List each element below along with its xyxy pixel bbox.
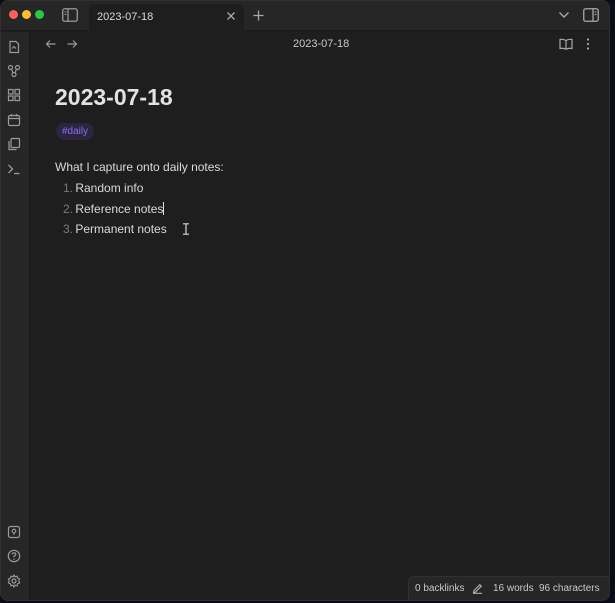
view-header: 2023-07-18	[31, 32, 609, 58]
backlinks-count[interactable]: 0 backlinks	[415, 583, 464, 594]
list-text[interactable]: Permanent notes	[75, 222, 166, 236]
sidebar-toggle-icon[interactable]	[62, 8, 78, 22]
note-title[interactable]: 2023-07-18	[55, 84, 173, 111]
status-bar: 0 backlinks 16 words 96 characters	[408, 576, 609, 600]
zoom-window-button[interactable]	[35, 10, 44, 19]
title-bar: 2023-07-18	[1, 1, 609, 31]
open-switcher-icon[interactable]	[7, 40, 21, 54]
list-number: 1.	[62, 181, 73, 195]
ordered-list: 1. Random info 2. Reference notes 3. Per…	[55, 180, 167, 242]
minimize-window-button[interactable]	[22, 10, 31, 19]
ribbon	[1, 32, 30, 600]
word-count: 16 words	[493, 583, 534, 594]
editor[interactable]: 2023-07-18 #daily What I capture onto da…	[31, 58, 609, 576]
list-text[interactable]: Reference notes	[75, 202, 163, 216]
new-tab-icon[interactable]	[252, 9, 265, 22]
close-window-button[interactable]	[9, 10, 18, 19]
more-options-icon[interactable]	[583, 37, 593, 51]
back-arrow-icon[interactable]	[45, 38, 57, 50]
paragraph[interactable]: What I capture onto daily notes:	[55, 160, 224, 174]
view-title[interactable]: 2023-07-18	[293, 38, 349, 50]
list-text[interactable]: Random info	[75, 181, 143, 195]
daily-note-icon[interactable]	[7, 113, 21, 127]
list-item[interactable]: 2. Reference notes	[55, 201, 167, 222]
character-count: 96 characters	[539, 583, 600, 594]
tab-title: 2023-07-18	[97, 11, 154, 23]
text-cursor	[163, 201, 165, 215]
graph-view-icon[interactable]	[7, 64, 21, 78]
reading-view-icon[interactable]	[559, 38, 573, 50]
help-icon[interactable]	[7, 549, 21, 563]
list-number: 2.	[62, 201, 73, 216]
ibeam-cursor-icon	[183, 223, 189, 235]
command-palette-icon[interactable]	[7, 162, 21, 176]
list-number: 3.	[62, 222, 73, 236]
chevron-down-icon[interactable]	[558, 10, 570, 20]
settings-icon[interactable]	[7, 574, 21, 588]
canvas-icon[interactable]	[7, 88, 21, 102]
tag-daily[interactable]: #daily	[56, 123, 95, 140]
forward-arrow-icon[interactable]	[66, 38, 78, 50]
right-sidebar-toggle-icon[interactable]	[583, 8, 599, 22]
close-tab-icon[interactable]	[225, 10, 237, 22]
list-item[interactable]: 3. Permanent notes	[55, 221, 167, 242]
pencil-icon[interactable]	[472, 583, 483, 594]
tab-active[interactable]: 2023-07-18	[89, 4, 244, 31]
list-item[interactable]: 1. Random info	[55, 180, 167, 201]
app-window: 2023-07-18 2023-07-18 2023-07-18 #daily …	[0, 0, 610, 601]
templates-icon[interactable]	[7, 137, 21, 151]
vault-switch-icon[interactable]	[7, 525, 21, 539]
